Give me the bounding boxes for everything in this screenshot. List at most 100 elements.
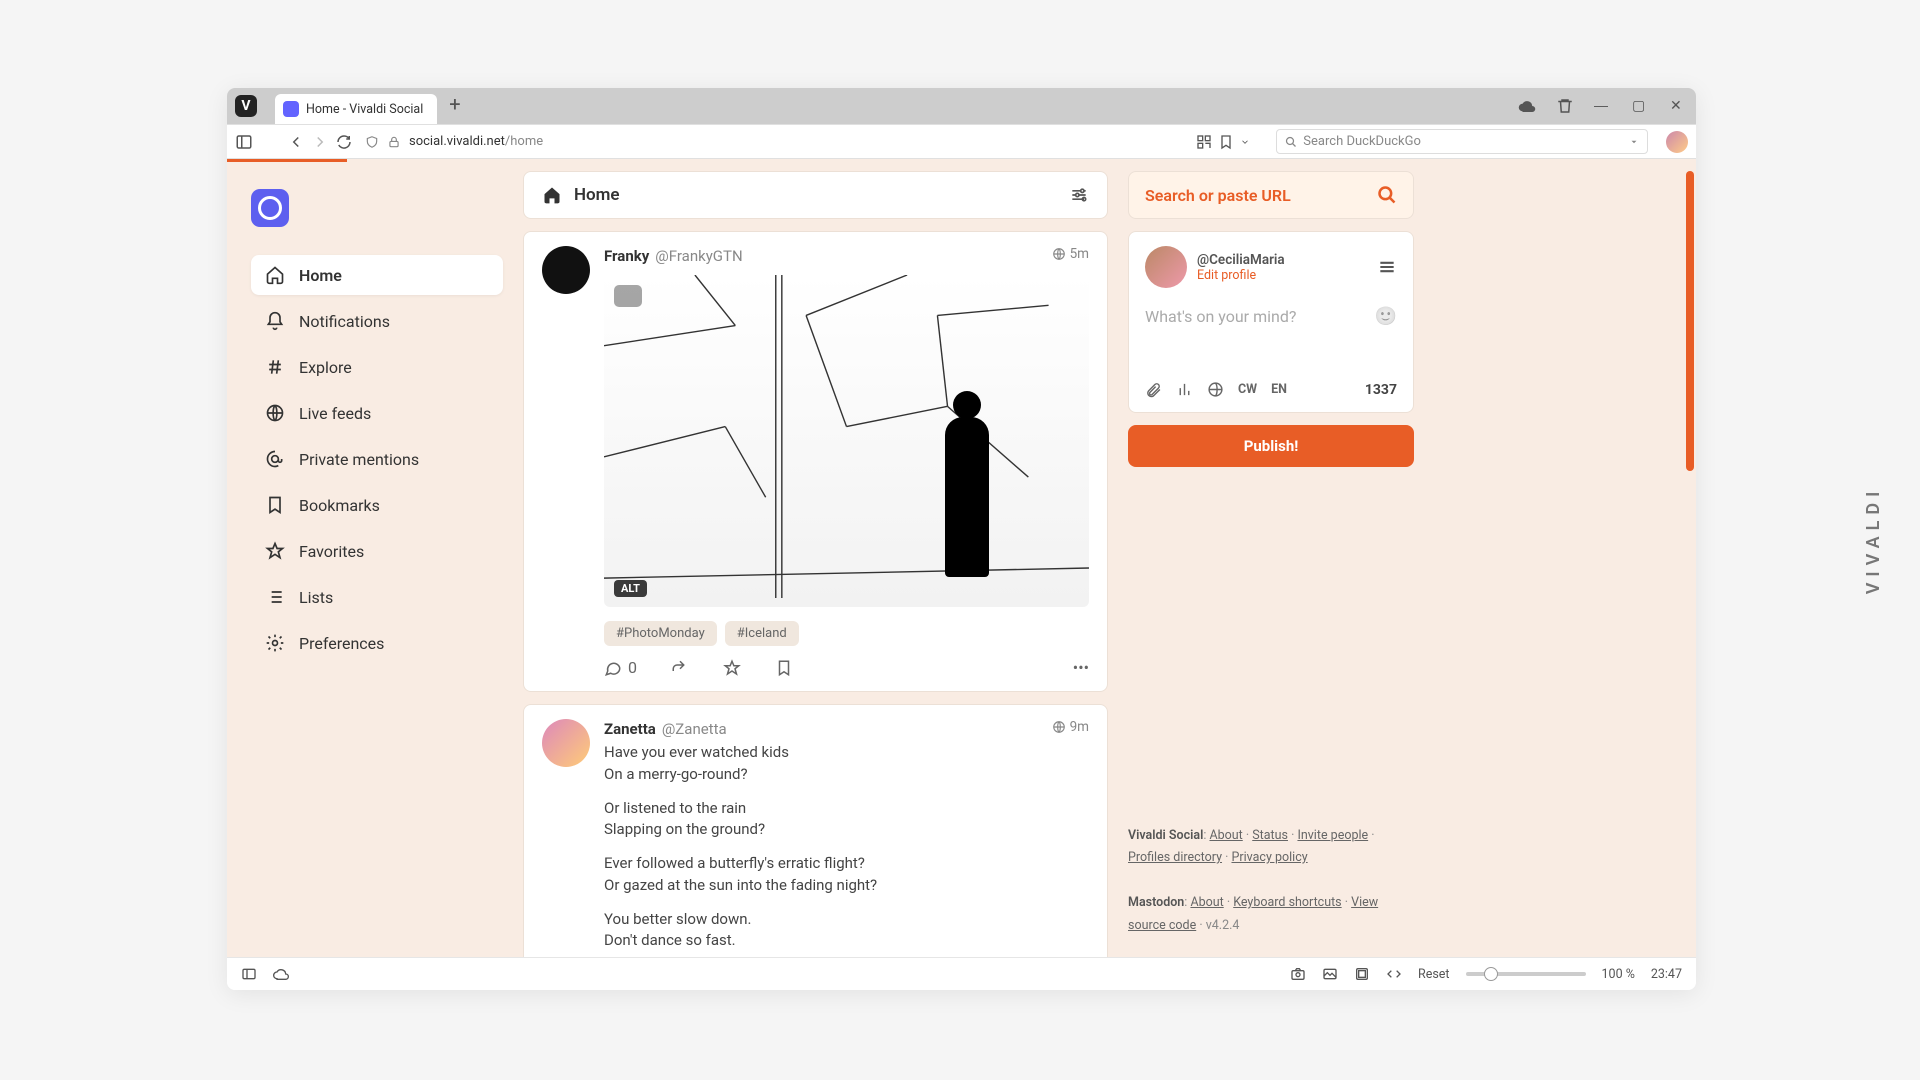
chevron-down-icon[interactable] <box>1240 137 1250 147</box>
tile-icon[interactable] <box>1354 966 1370 982</box>
more-button[interactable]: ••• <box>1073 658 1089 677</box>
hashtag[interactable]: #PhotoMonday <box>604 621 717 646</box>
about-link[interactable]: About <box>1190 895 1223 910</box>
attach-icon[interactable] <box>1145 381 1162 398</box>
nav-item-preferences[interactable]: Preferences <box>251 623 503 663</box>
reload-button[interactable] <box>335 133 353 151</box>
char-counter: 1337 <box>1365 382 1397 398</box>
nav-label: Notifications <box>299 312 390 331</box>
window-maximize-button[interactable]: ▢ <box>1632 97 1650 115</box>
url-input[interactable]: social.vivaldi.net/home <box>359 134 1190 149</box>
reply-button[interactable]: 0 <box>604 658 637 677</box>
nav-item-home[interactable]: Home <box>251 255 503 295</box>
person-silhouette <box>945 417 989 577</box>
hamburger-icon[interactable] <box>1377 257 1397 277</box>
capture-icon[interactable] <box>1290 966 1306 982</box>
app-logo-icon[interactable] <box>251 189 289 227</box>
search-engine-box[interactable]: Search DuckDuckGo <box>1276 129 1648 154</box>
nav-label: Preferences <box>299 634 384 653</box>
compose-textarea[interactable]: What's on your mind? 🙂 <box>1145 306 1397 327</box>
nav-label: Home <box>299 266 342 285</box>
profile-handle[interactable]: @CeciliaMaria <box>1197 252 1367 268</box>
post-author[interactable]: Franky <box>604 247 649 265</box>
visibility-globe-icon[interactable] <box>1207 381 1224 398</box>
invite-link[interactable]: Invite people <box>1297 828 1368 843</box>
reset-zoom-button[interactable]: Reset <box>1418 967 1450 982</box>
zoom-slider[interactable] <box>1466 972 1586 976</box>
bookmark-button[interactable] <box>775 659 793 677</box>
column-title: Home <box>574 185 620 205</box>
post: Franky @FrankyGTN 5m <box>523 231 1108 692</box>
avatar[interactable] <box>542 246 590 294</box>
profile-avatar-browser[interactable] <box>1666 131 1688 153</box>
scrollbar[interactable] <box>1686 171 1694 471</box>
image-icon[interactable] <box>1322 966 1338 982</box>
shortcuts-link[interactable]: Keyboard shortcuts <box>1233 895 1341 910</box>
panel-left-icon[interactable] <box>241 966 257 982</box>
post: Zanetta @Zanetta 9m Have you ever watche… <box>523 704 1108 957</box>
alt-badge[interactable]: ALT <box>614 580 647 597</box>
post-handle[interactable]: @Zanetta <box>662 720 727 738</box>
star-icon <box>265 541 285 561</box>
content-warning-toggle[interactable]: CW <box>1238 382 1257 397</box>
nav-item-favorites[interactable]: Favorites <box>251 531 503 571</box>
clock: 23:47 <box>1651 967 1682 982</box>
cloud-icon[interactable] <box>1518 97 1536 115</box>
code-icon[interactable] <box>1386 966 1402 982</box>
emoji-picker-icon[interactable]: 🙂 <box>1375 306 1397 327</box>
search-bar[interactable]: Search or paste URL <box>1128 171 1414 219</box>
trash-icon[interactable] <box>1556 97 1574 115</box>
compose-placeholder: What's on your mind? <box>1145 307 1296 326</box>
poll-icon[interactable] <box>1176 381 1193 398</box>
panel-toggle-icon[interactable] <box>235 133 253 151</box>
home-icon <box>542 185 562 205</box>
sync-cloud-icon[interactable] <box>273 966 289 982</box>
hide-media-icon[interactable] <box>614 285 642 307</box>
privacy-link[interactable]: Privacy policy <box>1231 850 1307 865</box>
nav-item-lists[interactable]: Lists <box>251 577 503 617</box>
language-toggle[interactable]: EN <box>1271 382 1287 397</box>
nav-item-bookmarks[interactable]: Bookmarks <box>251 485 503 525</box>
timeline-column: Home Franky @FrankyGTN 5m <box>513 159 1118 957</box>
search-icon <box>1377 185 1397 205</box>
window-minimize-button[interactable]: — <box>1594 97 1612 115</box>
edit-profile-link[interactable]: Edit profile <box>1197 268 1367 283</box>
browser-tab[interactable]: Home - Vivaldi Social <box>275 94 437 124</box>
hash-icon <box>265 357 285 377</box>
post-media[interactable]: ALT <box>604 275 1089 607</box>
chevron-down-icon[interactable] <box>1629 137 1639 147</box>
post-author[interactable]: Zanetta <box>604 720 656 738</box>
version-label: v4.2.4 <box>1206 918 1240 933</box>
post-handle[interactable]: @FrankyGTN <box>655 247 742 265</box>
hashtag[interactable]: #Iceland <box>725 621 799 646</box>
nav-item-explore[interactable]: Explore <box>251 347 503 387</box>
bookmark-icon[interactable] <box>1218 134 1234 150</box>
favorite-button[interactable] <box>723 659 741 677</box>
settings-sliders-icon[interactable] <box>1069 185 1089 205</box>
new-tab-button[interactable]: + <box>449 98 465 114</box>
titlebar: V Home - Vivaldi Social + — ▢ ✕ <box>227 88 1696 124</box>
post-time[interactable]: 9m <box>1070 719 1089 735</box>
browser-window: V Home - Vivaldi Social + — ▢ ✕ social.v… <box>227 88 1696 990</box>
boost-button[interactable] <box>671 659 689 677</box>
qr-icon[interactable] <box>1196 134 1212 150</box>
right-column: Search or paste URL @CeciliaMaria Edit p… <box>1128 159 1416 957</box>
nav-label: Bookmarks <box>299 496 380 515</box>
nav-back-button[interactable] <box>287 133 305 151</box>
publish-button[interactable]: Publish! <box>1128 425 1414 467</box>
loading-indicator <box>227 159 347 162</box>
about-link[interactable]: About <box>1209 828 1242 843</box>
nav-item-live-feeds[interactable]: Live feeds <box>251 393 503 433</box>
avatar[interactable] <box>1145 246 1187 288</box>
window-close-button[interactable]: ✕ <box>1670 97 1688 115</box>
post-time[interactable]: 5m <box>1070 246 1089 262</box>
status-link[interactable]: Status <box>1252 828 1288 843</box>
vivaldi-watermark: VIVALDI <box>1863 486 1884 595</box>
nav-forward-button[interactable] <box>311 133 329 151</box>
profiles-link[interactable]: Profiles directory <box>1128 850 1222 865</box>
nav-item-private-mentions[interactable]: Private mentions <box>251 439 503 479</box>
sidebar: Home Notifications Explore Live feeds Privat… <box>227 159 527 957</box>
avatar[interactable] <box>542 719 590 767</box>
nav-item-notifications[interactable]: Notifications <box>251 301 503 341</box>
home-icon <box>265 265 285 285</box>
